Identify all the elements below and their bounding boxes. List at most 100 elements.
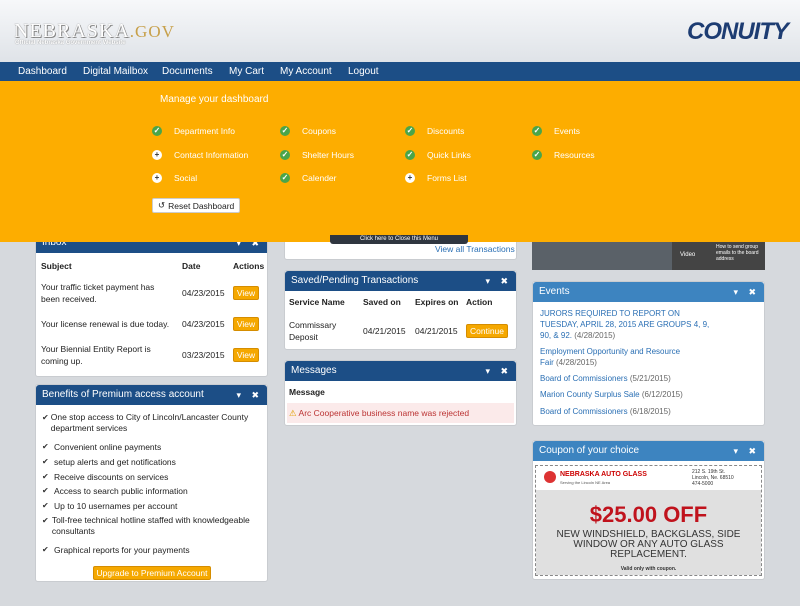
inbox-panel: Inbox ▾ ✖ Subject Date Actions Your traf…	[35, 232, 268, 377]
col-saved-on: Saved on	[363, 297, 401, 307]
inbox-date: 04/23/2015	[182, 288, 225, 298]
saved-header: Saved/Pending Transactions ▾ ✖	[285, 271, 516, 291]
option-discounts[interactable]: ✓ Discounts	[405, 125, 464, 137]
inbox-subject[interactable]: Your license renewal is due today.	[41, 318, 176, 330]
col-date: Date	[182, 261, 201, 271]
reset-dashboard-button[interactable]: ↺ Reset Dashboard	[152, 198, 241, 213]
option-coupons[interactable]: ✓ Coupons	[280, 125, 336, 137]
check-icon: ✔	[42, 516, 49, 525]
view-button[interactable]: View	[233, 317, 259, 331]
close-icon[interactable]: ✖	[500, 361, 508, 381]
warning-icon: ⚠	[289, 408, 297, 418]
check-icon: ✓	[532, 126, 542, 136]
nav-my-account[interactable]: My Account	[280, 66, 332, 77]
close-menu-tab[interactable]: Click here to Close this Menu	[330, 235, 468, 244]
collapse-icon[interactable]: ▾	[733, 282, 738, 302]
event-item[interactable]: Board of Commissioners (6/18/2015)	[540, 406, 671, 417]
option-forms-list[interactable]: + Forms List	[405, 172, 467, 184]
event-item[interactable]: JURORS REQUIRED TO REPORT ON TUESDAY, AP…	[540, 308, 715, 341]
check-icon: ✓	[280, 150, 290, 160]
check-icon: ✓	[405, 150, 415, 160]
option-shelter-hours[interactable]: ✓ Shelter Hours	[280, 149, 354, 161]
check-icon: ✔	[42, 472, 49, 481]
collapse-icon[interactable]: ▾	[236, 385, 241, 405]
plus-icon: +	[152, 150, 162, 160]
benefit-item: ✔ Toll-free technical hotline staffed wit…	[42, 515, 250, 536]
nav-documents[interactable]: Documents	[162, 66, 213, 77]
main-nav: Dashboard Digital Mailbox Documents My C…	[0, 62, 800, 81]
benefit-item: ✔ Up to 10 usernames per account	[42, 501, 178, 511]
nav-dashboard[interactable]: Dashboard	[18, 66, 67, 77]
coupon-card[interactable]: NEBRASKA AUTO GLASS Serving the Lincoln …	[535, 465, 762, 576]
benefits-panel: Benefits of Premium access account ▾ ✖ ✔…	[35, 384, 268, 582]
benefit-item: ✔ Access to search public information	[42, 486, 188, 496]
option-contact-information[interactable]: + Contact Information	[152, 149, 248, 161]
check-icon: ✔	[42, 457, 49, 466]
option-department-info[interactable]: ✓ Department Info	[152, 125, 235, 137]
view-button[interactable]: View	[233, 286, 259, 300]
collapse-icon[interactable]: ▾	[485, 271, 490, 291]
inbox-subject[interactable]: Your Biennial Entity Report is coming up…	[41, 343, 161, 367]
close-icon[interactable]: ✖	[500, 271, 508, 291]
col-actions: Actions	[233, 261, 265, 271]
check-icon: ✓	[152, 126, 162, 136]
saved-transactions-panel: Saved/Pending Transactions ▾ ✖ Service N…	[284, 270, 517, 350]
benefit-item: ✔ Receive discounts on services	[42, 472, 169, 482]
event-item[interactable]: Board of Commissioners (5/21/2015)	[540, 373, 671, 384]
view-all-transactions-link[interactable]: View all Transactions	[435, 243, 515, 255]
benefit-item: ✔ One stop access to City of Lincoln/Lanc…	[42, 412, 249, 433]
check-icon: ✔	[42, 486, 49, 495]
collapse-icon[interactable]: ▾	[485, 361, 490, 381]
upgrade-button[interactable]: Upgrade to Premium Account	[93, 566, 211, 580]
coupon-description: NEW WINDSHIELD, BACKGLASS, SIDE WINDOW O…	[556, 529, 741, 560]
check-icon: ✓	[280, 173, 290, 183]
inbox-date: 03/23/2015	[182, 350, 225, 360]
check-icon: ✔	[42, 413, 49, 422]
business-tagline: Serving the Lincoln NE Area	[560, 480, 611, 485]
option-resources[interactable]: ✓ Resources	[532, 149, 595, 161]
check-icon: ✔	[42, 501, 49, 510]
check-icon: ✓	[532, 150, 542, 160]
coupon-fine-print: Valid only with coupon.	[620, 566, 677, 572]
plus-icon: +	[152, 173, 162, 183]
col-message: Message	[289, 387, 325, 397]
coupon-header: Coupon of your choice ▾ ✖	[533, 441, 764, 461]
continue-button[interactable]: Continue	[466, 324, 508, 338]
events-panel: Events ▾ ✖ JURORS REQUIRED TO REPORT ON …	[532, 281, 765, 426]
event-item[interactable]: Employment Opportunity and Resource Fair…	[540, 346, 690, 368]
option-events[interactable]: ✓ Events	[532, 125, 580, 137]
inbox-subject[interactable]: Your traffic ticket payment has been rec…	[41, 281, 171, 305]
check-icon: ✓	[280, 126, 290, 136]
option-quick-links[interactable]: ✓ Quick Links	[405, 149, 471, 161]
video-label: Video	[680, 252, 696, 258]
video-thumbnail[interactable]: Video How to send group emails to the bo…	[532, 242, 765, 270]
benefit-item: ✔ Graphical reports for your payments	[42, 545, 190, 555]
option-calender[interactable]: ✓ Calender	[280, 172, 337, 184]
check-icon: ✔	[42, 545, 49, 554]
service-name[interactable]: Commissary Deposit	[289, 319, 349, 343]
inbox-date: 04/23/2015	[182, 319, 225, 329]
nav-digital-mailbox[interactable]: Digital Mailbox	[83, 66, 148, 77]
coupon-panel: Coupon of your choice ▾ ✖ NEBRASKA AUTO …	[532, 440, 765, 580]
option-social[interactable]: + Social	[152, 172, 197, 184]
benefit-item: ✔ Convenient online payments	[42, 442, 162, 452]
col-action: Action	[466, 297, 493, 307]
expires-date: 04/21/2015	[415, 326, 458, 336]
col-expires-on: Expires on	[415, 297, 459, 307]
nav-logout[interactable]: Logout	[348, 66, 379, 77]
close-icon[interactable]: ✖	[748, 282, 756, 302]
plus-icon: +	[405, 173, 415, 183]
nav-my-cart[interactable]: My Cart	[229, 66, 264, 77]
check-icon: ✓	[405, 126, 415, 136]
view-button[interactable]: View	[233, 348, 259, 362]
saved-date: 04/21/2015	[363, 326, 406, 336]
message-item[interactable]: ⚠ Arc Cooperative business name was reje…	[287, 403, 514, 423]
header: NEBRASKA.GOV Official Nebraska Governmen…	[0, 0, 800, 62]
benefit-item: ✔ setup alerts and get notifications	[42, 457, 176, 467]
col-subject: Subject	[41, 261, 72, 271]
event-item[interactable]: Marion County Surplus Sale (6/12/2015)	[540, 389, 683, 400]
close-icon[interactable]: ✖	[748, 441, 756, 461]
collapse-icon[interactable]: ▾	[733, 441, 738, 461]
close-icon[interactable]: ✖	[251, 385, 259, 405]
auto-glass-logo-icon	[544, 471, 556, 483]
